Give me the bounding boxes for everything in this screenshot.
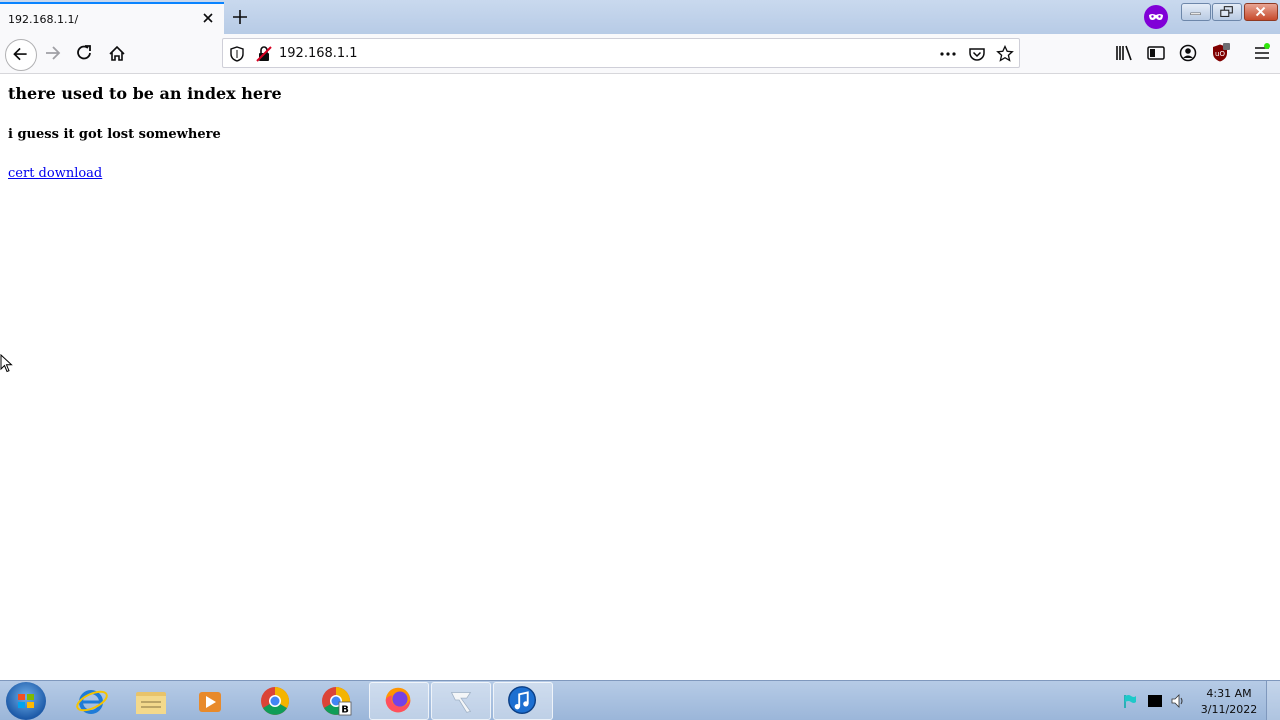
network-icon[interactable] bbox=[1147, 693, 1163, 709]
tracking-protection-shield-icon[interactable] bbox=[228, 45, 246, 63]
taskbar-internet-explorer[interactable] bbox=[62, 682, 122, 720]
start-button[interactable] bbox=[6, 682, 46, 720]
sidebar-icon[interactable] bbox=[1146, 43, 1166, 63]
system-clock[interactable]: 4:31 AM 3/11/2022 bbox=[1196, 686, 1262, 718]
minimize-button[interactable] bbox=[1181, 3, 1211, 21]
svg-text:uO: uO bbox=[1215, 50, 1225, 58]
clock-date: 3/11/2022 bbox=[1200, 703, 1258, 716]
cert-download-link[interactable]: cert download bbox=[8, 166, 102, 181]
chrome-profile-icon: B bbox=[322, 687, 352, 716]
navigation-toolbar: 192.168.1.1 uO bbox=[0, 34, 1280, 74]
tab-title: 192.168.1.1/ bbox=[8, 12, 79, 26]
windows-logo-icon bbox=[18, 694, 34, 708]
hamburger-menu-icon[interactable] bbox=[1252, 43, 1272, 63]
firefox-icon bbox=[385, 687, 411, 713]
url-bar[interactable]: 192.168.1.1 bbox=[222, 38, 1020, 68]
tab-active[interactable]: 192.168.1.1/ bbox=[0, 2, 224, 34]
taskbar-pinned-app[interactable] bbox=[431, 682, 491, 720]
show-desktop-button[interactable] bbox=[1266, 681, 1280, 720]
taskbar: B 4:31 AM 3/11/2022 bbox=[0, 680, 1280, 720]
url-text[interactable]: 192.168.1.1 bbox=[279, 46, 358, 61]
reload-icon bbox=[77, 45, 91, 60]
page-content: there used to be an index here i guess i… bbox=[0, 75, 1280, 680]
bookmark-star-icon[interactable] bbox=[996, 45, 1014, 63]
back-arrow-icon bbox=[13, 47, 27, 61]
internet-explorer-icon bbox=[76, 690, 108, 714]
back-button[interactable] bbox=[5, 39, 37, 71]
pin-tool-icon bbox=[450, 692, 472, 713]
clock-time: 4:31 AM bbox=[1206, 687, 1252, 700]
taskbar-file-explorer[interactable] bbox=[121, 682, 181, 720]
reload-button[interactable] bbox=[71, 41, 99, 69]
taskbar-chrome[interactable] bbox=[245, 682, 305, 720]
taskbar-itunes[interactable] bbox=[493, 682, 553, 720]
home-icon bbox=[109, 45, 125, 61]
close-window-button[interactable] bbox=[1244, 3, 1278, 21]
library-icon[interactable] bbox=[1114, 43, 1134, 63]
forward-arrow-icon bbox=[46, 46, 61, 60]
action-center-flag-icon[interactable] bbox=[1122, 693, 1138, 709]
mouse-pointer-icon bbox=[0, 354, 13, 373]
close-tab-icon[interactable] bbox=[200, 10, 216, 26]
forward-button[interactable] bbox=[40, 41, 68, 69]
page-actions-menu-icon[interactable] bbox=[939, 45, 957, 63]
svg-text:B: B bbox=[341, 705, 349, 716]
private-browsing-icon bbox=[1144, 5, 1168, 29]
media-player-icon bbox=[199, 692, 221, 712]
pocket-icon[interactable] bbox=[968, 45, 986, 63]
ublock-origin-icon[interactable]: uO bbox=[1210, 43, 1230, 63]
taskbar-media-player[interactable] bbox=[180, 682, 240, 720]
folder-icon bbox=[136, 692, 166, 714]
taskbar-firefox[interactable] bbox=[369, 682, 429, 720]
taskbar-chrome-profile[interactable]: B bbox=[306, 682, 366, 720]
volume-icon[interactable] bbox=[1170, 693, 1186, 709]
insecure-connection-icon[interactable] bbox=[255, 45, 273, 63]
chrome-icon bbox=[261, 687, 289, 715]
new-tab-icon[interactable] bbox=[230, 7, 250, 27]
account-icon[interactable] bbox=[1178, 43, 1198, 63]
home-button[interactable] bbox=[103, 41, 131, 69]
itunes-icon bbox=[508, 686, 537, 715]
restore-button[interactable] bbox=[1212, 3, 1242, 21]
tab-strip: 192.168.1.1/ bbox=[0, 0, 1280, 34]
page-subheading: i guess it got lost somewhere bbox=[8, 127, 221, 142]
page-heading: there used to be an index here bbox=[8, 84, 282, 103]
